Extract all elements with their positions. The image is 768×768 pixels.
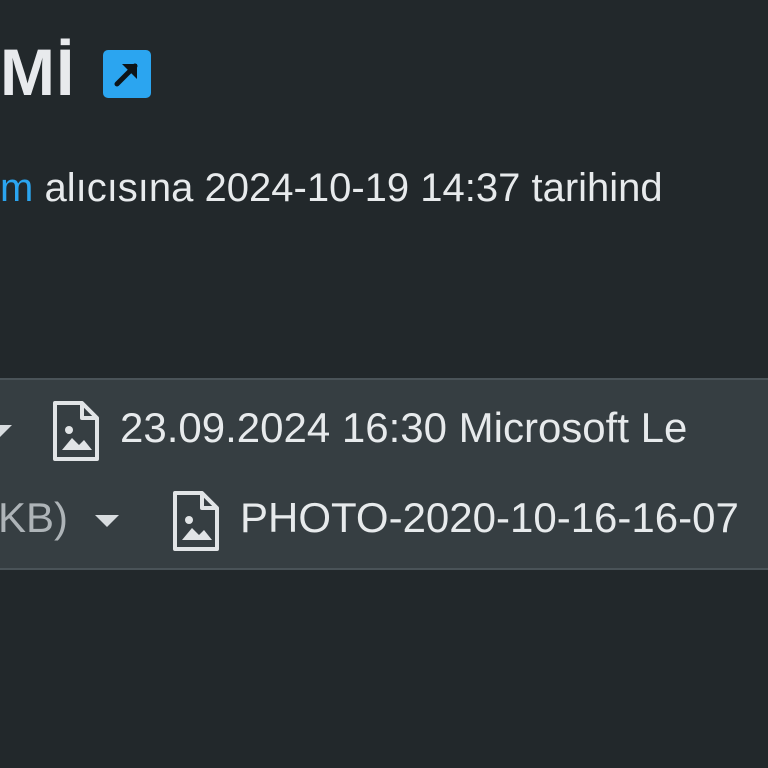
attachment-file-name[interactable]: PHOTO-2020-10-16-16-07	[240, 494, 739, 542]
recipient-link[interactable]: m	[0, 166, 33, 210]
attachment-row: 23.09.2024 16:30 Microsoft Le	[0, 382, 768, 474]
email-view: Mİ m alıcısına 2024-10-19 14:37 tarihind	[0, 0, 768, 768]
image-file-icon[interactable]	[172, 490, 220, 551]
attachments-bar: 23.09.2024 16:30 Microsoft Le KB) PHOTO-…	[0, 378, 768, 570]
attachment-file-name[interactable]: 23.09.2024 16:30 Microsoft Le	[120, 404, 687, 452]
dropdown-caret-icon[interactable]	[0, 424, 12, 442]
recipient-line: m alıcısına 2024-10-19 14:37 tarihind	[0, 160, 663, 216]
message-title: Mİ	[0, 35, 76, 109]
message-title-row: Mİ	[0, 22, 152, 122]
external-link-icon[interactable]	[103, 50, 152, 98]
attachment-size: KB)	[0, 494, 69, 541]
recipient-sentence: alıcısına 2024-10-19 14:37 tarihind	[33, 166, 663, 210]
dropdown-caret-icon[interactable]	[95, 514, 119, 532]
image-file-icon[interactable]	[52, 400, 100, 461]
attachment-row: KB) PHOTO-2020-10-16-16-07	[0, 474, 768, 566]
